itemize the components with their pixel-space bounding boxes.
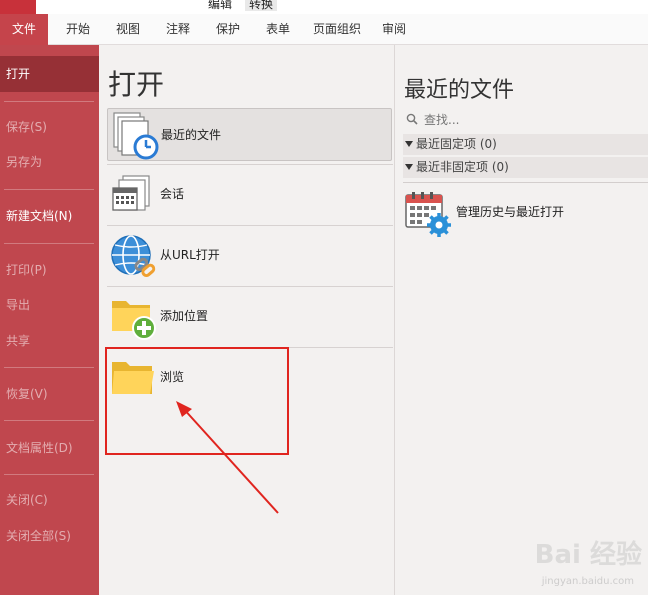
manage-history-label: 管理历史与最近打开 [456, 205, 565, 219]
option-label: 从URL打开 [160, 248, 220, 262]
collapse-triangle-icon [405, 141, 413, 147]
sidebar-item-close[interactable]: 关闭(C) [0, 482, 99, 518]
option-divider [107, 164, 393, 165]
search-icon [406, 113, 418, 125]
tab-view[interactable]: 视图 [110, 14, 146, 45]
tab-home[interactable]: 开始 [60, 14, 96, 45]
search-box[interactable] [406, 111, 638, 129]
recent-files-icon [110, 111, 160, 161]
app-logo [0, 0, 36, 14]
tab-page-organize[interactable]: 页面组织 [307, 14, 367, 45]
context-tab-edit[interactable]: 编辑 [208, 0, 232, 11]
group-unpinned-recent[interactable]: 最近非固定项 (0) [403, 157, 648, 178]
sidebar-divider [4, 420, 94, 421]
option-label: 最近的文件 [161, 128, 222, 142]
sidebar-item-properties[interactable]: 文档属性(D) [0, 430, 99, 466]
sidebar-item-save[interactable]: 保存(S) [0, 109, 99, 145]
group-label: 最近固定项 (0) [416, 137, 497, 151]
option-label: 会话 [160, 187, 185, 201]
globe-link-icon [109, 231, 159, 281]
sidebar-item-new-document[interactable]: 新建文档(N) [0, 198, 99, 234]
tab-comment[interactable]: 注释 [160, 14, 196, 45]
sidebar-divider [4, 367, 94, 368]
ribbon-tabs: 文件 开始 视图 注释 保护 表单 页面组织 审阅 [0, 14, 648, 45]
sidebar-divider [4, 189, 94, 190]
sidebar-item-save-as[interactable]: 另存为 [0, 144, 99, 180]
tab-review[interactable]: 审阅 [376, 14, 412, 45]
panel-divider [403, 182, 648, 183]
page-title: 打开 [108, 68, 165, 101]
recent-files-panel: 最近的文件 最近固定项 (0) 最近非固定项 (0) [396, 45, 648, 595]
option-divider [107, 225, 393, 226]
sidebar-item-recover[interactable]: 恢复(V) [0, 376, 99, 412]
option-label: 添加位置 [160, 309, 209, 323]
group-label: 最近非固定项 (0) [416, 160, 509, 174]
sidebar-item-export[interactable]: 导出 [0, 287, 99, 323]
group-pinned-recent[interactable]: 最近固定项 (0) [403, 134, 648, 155]
session-icon [109, 170, 159, 220]
sidebar-item-print[interactable]: 打印(P) [0, 252, 99, 288]
recent-files-title: 最近的文件 [404, 78, 515, 103]
watermark-url: jingyan.baidu.com [541, 576, 634, 587]
backstage-sidebar: 打开 保存(S) 另存为 新建文档(N) 打印(P) 导出 共享 恢复(V) 文… [0, 45, 99, 595]
option-divider [107, 286, 393, 287]
collapse-triangle-icon [405, 164, 413, 170]
sidebar-item-close-all[interactable]: 关闭全部(S) [0, 518, 99, 554]
sidebar-divider [4, 474, 94, 475]
tab-file[interactable]: 文件 [0, 14, 48, 45]
search-input[interactable] [424, 111, 634, 129]
tab-form[interactable]: 表单 [260, 14, 296, 45]
sidebar-divider [4, 101, 94, 102]
folder-add-icon [109, 292, 159, 342]
option-recent-files[interactable]: 最近的文件 [107, 108, 392, 161]
sidebar-divider [4, 243, 94, 244]
annotation-arrow-icon [176, 401, 279, 514]
option-session[interactable]: 会话 [107, 168, 392, 221]
calendar-gear-icon [405, 192, 451, 237]
manage-history-button[interactable]: 管理历史与最近打开 [404, 191, 644, 237]
title-bar-strip: 编辑 转换 [0, 0, 648, 14]
watermark: Bai 经验 [534, 540, 642, 570]
option-open-from-url[interactable]: 从URL打开 [107, 229, 392, 282]
tab-protect[interactable]: 保护 [210, 14, 246, 45]
context-tab-convert[interactable]: 转换 [245, 0, 278, 11]
sidebar-item-share[interactable]: 共享 [0, 323, 99, 359]
option-add-place[interactable]: 添加位置 [107, 290, 392, 343]
sidebar-item-open[interactable]: 打开 [0, 56, 99, 92]
